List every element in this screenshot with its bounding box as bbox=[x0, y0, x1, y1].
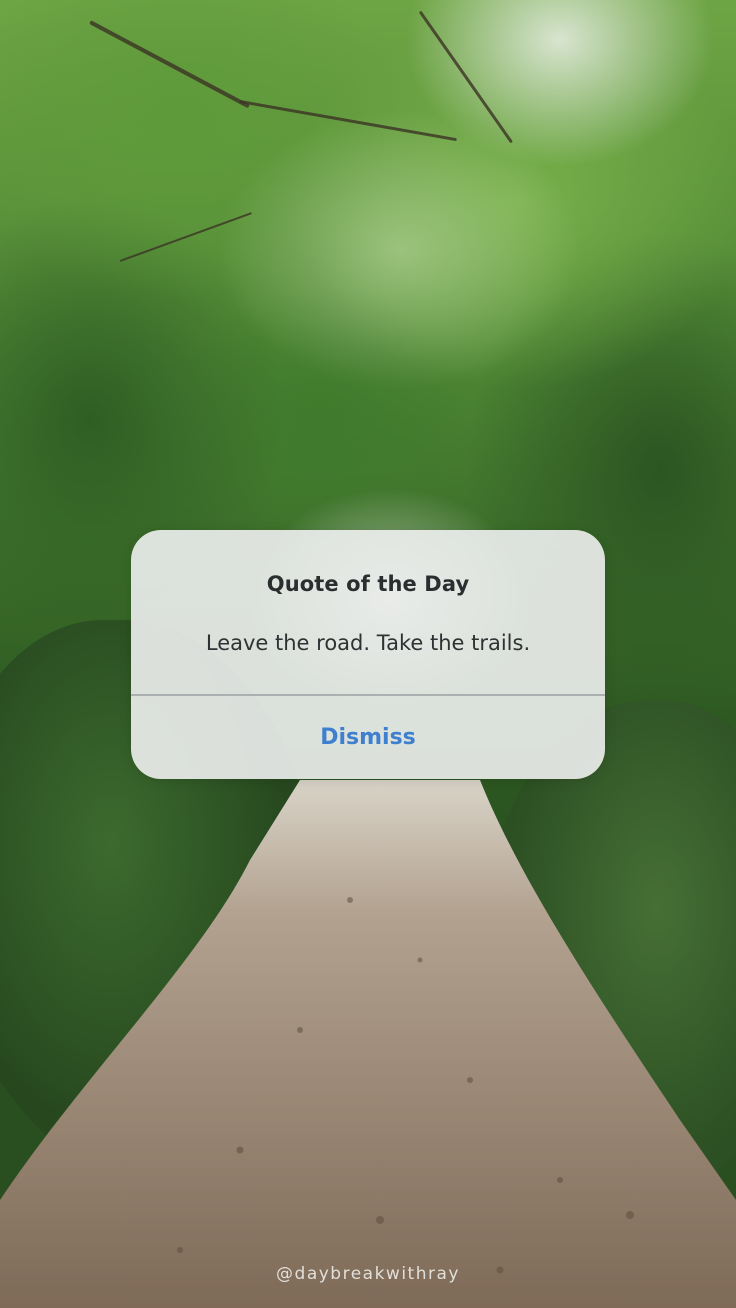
dialog-title: Quote of the Day bbox=[266, 572, 470, 596]
dismiss-button[interactable]: Dismiss bbox=[131, 696, 605, 779]
author-handle: @daybreakwithray bbox=[276, 1264, 460, 1284]
quote-alert-dialog: Quote of the Day Leave the road. Take th… bbox=[131, 530, 605, 779]
dialog-message: Leave the road. Take the trails. bbox=[205, 631, 531, 655]
